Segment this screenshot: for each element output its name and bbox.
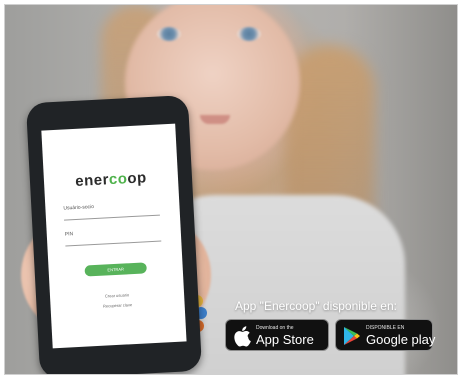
eye-left [157,27,181,41]
photo-frame: enercoop Usuário-socio PIN ENTRAR Crear … [4,4,458,375]
login-button[interactable]: ENTRAR [84,262,147,277]
promo-title: App "Enercoop" disponible en: [235,299,397,313]
app-store-small-text: Download on the [256,325,294,331]
google-play-big-text: Google play [366,332,436,347]
eye-right [237,27,261,41]
app-logo: enercoop [44,168,179,192]
password-label: PIN [64,231,74,238]
google-play-icon [344,327,360,345]
recover-password-link[interactable]: Recuperar clave [51,299,185,311]
logo-text-prefix: ener [74,171,110,190]
username-field[interactable] [64,214,160,221]
logo-text-suffix: op [126,169,148,188]
smartphone: enercoop Usuário-socio PIN ENTRAR Crear … [25,94,203,374]
app-store-badge[interactable]: Download on the App Store [225,319,329,351]
logo-text-highlight: co [108,170,128,189]
app-store-big-text: App Store [256,332,314,347]
password-field[interactable] [65,240,162,247]
app-login-screen: enercoop Usuário-socio PIN ENTRAR Crear … [41,123,187,349]
mouth [200,115,230,124]
google-play-small-text: DISPONIBLE EN [366,325,405,331]
apple-icon [234,326,251,347]
google-play-badge[interactable]: DISPONIBLE EN Google play [335,319,436,351]
username-label: Usuário-socio [63,204,95,212]
